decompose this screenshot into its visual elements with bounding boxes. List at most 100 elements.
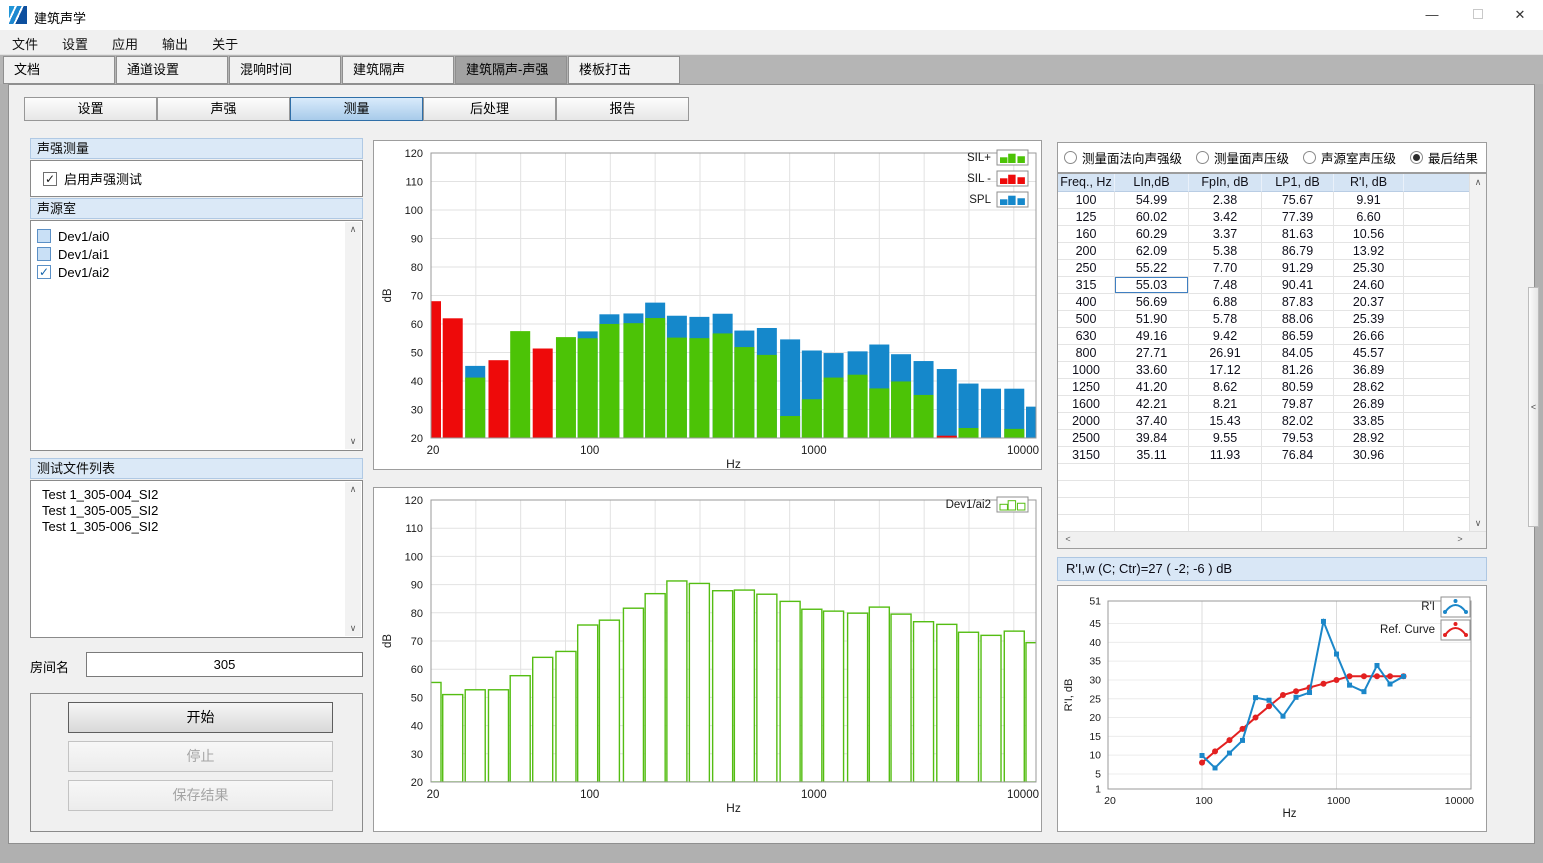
table-cell[interactable] [1334, 464, 1404, 481]
table-cell[interactable] [1058, 481, 1115, 498]
table-cell[interactable] [1058, 515, 1115, 532]
table-cell[interactable]: 10.56 [1334, 226, 1404, 243]
table-cell[interactable]: 26.91 [1189, 345, 1262, 362]
table-cell[interactable]: 3.37 [1189, 226, 1262, 243]
table-cell[interactable]: 7.70 [1189, 260, 1262, 277]
table-cell[interactable] [1404, 209, 1471, 226]
table-cell[interactable] [1404, 277, 1471, 294]
table-cell[interactable] [1404, 413, 1471, 430]
table-row[interactable]: 25055.227.7091.2925.30 [1058, 260, 1486, 277]
table-row[interactable]: 16060.293.3781.6310.56 [1058, 226, 1486, 243]
table-cell[interactable]: 630 [1058, 328, 1115, 345]
table-cell[interactable]: 5.78 [1189, 311, 1262, 328]
tab-建筑隔声[interactable]: 建筑隔声 [342, 56, 454, 84]
table-cell[interactable]: 33.60 [1115, 362, 1189, 379]
table-cell[interactable]: 250 [1058, 260, 1115, 277]
table-cell[interactable]: 39.84 [1115, 430, 1189, 447]
table-cell[interactable]: 17.12 [1189, 362, 1262, 379]
menu-item-输出[interactable]: 输出 [150, 30, 200, 55]
scroll-down-icon[interactable]: ∨ [1470, 516, 1486, 531]
table-cell[interactable] [1404, 464, 1471, 481]
table-cell[interactable]: 62.09 [1115, 243, 1189, 260]
table-cell[interactable]: 75.67 [1262, 192, 1334, 209]
channel-item[interactable]: Dev1/ai1 [31, 245, 362, 263]
radio-声源室声压级[interactable]: 声源室声压级 [1303, 148, 1396, 167]
table-cell[interactable]: 42.21 [1115, 396, 1189, 413]
table-cell[interactable] [1115, 481, 1189, 498]
table-cell[interactable] [1404, 498, 1471, 515]
table-cell[interactable] [1404, 260, 1471, 277]
table-cell[interactable] [1115, 515, 1189, 532]
table-cell[interactable]: 9.91 [1334, 192, 1404, 209]
table-cell[interactable]: 81.63 [1262, 226, 1334, 243]
table-cell[interactable]: 9.55 [1189, 430, 1262, 447]
table-cell[interactable] [1189, 498, 1262, 515]
scroll-up-icon[interactable]: ∧ [1470, 175, 1486, 190]
table-cell[interactable]: 77.39 [1262, 209, 1334, 226]
menu-item-设置[interactable]: 设置 [50, 30, 100, 55]
table-cell[interactable]: 6.88 [1189, 294, 1262, 311]
table-cell[interactable] [1334, 481, 1404, 498]
channel-list-scrollbar[interactable]: ∧ ∨ [345, 222, 361, 449]
scroll-down-icon[interactable]: ∨ [345, 621, 361, 636]
table-cell[interactable]: 86.79 [1262, 243, 1334, 260]
tab-建筑隔声-声强[interactable]: 建筑隔声-声强 [455, 56, 567, 84]
table-cell[interactable] [1058, 498, 1115, 515]
table-empty-row[interactable] [1058, 498, 1486, 515]
table-cell[interactable]: 200 [1058, 243, 1115, 260]
radio-icon[interactable] [1303, 151, 1316, 164]
table-cell[interactable]: 160 [1058, 226, 1115, 243]
table-vscrollbar[interactable]: ∧∨ [1469, 174, 1486, 532]
table-cell[interactable]: 26.66 [1334, 328, 1404, 345]
scroll-right-icon[interactable]: > [1452, 532, 1468, 547]
channel-item[interactable]: ✓Dev1/ai2 [31, 263, 362, 281]
table-cell[interactable]: 30.96 [1334, 447, 1404, 464]
table-cell[interactable] [1404, 294, 1471, 311]
radio-测量面声压级[interactable]: 测量面声压级 [1196, 148, 1289, 167]
table-cell[interactable] [1334, 515, 1404, 532]
table-cell[interactable]: 6.60 [1334, 209, 1404, 226]
table-cell[interactable]: 81.26 [1262, 362, 1334, 379]
panel-splitter[interactable]: < [1528, 287, 1539, 527]
table-cell[interactable]: 60.02 [1115, 209, 1189, 226]
table-cell[interactable] [1404, 192, 1471, 209]
unchecked-checkbox[interactable] [37, 229, 51, 243]
table-cell[interactable]: 33.85 [1334, 413, 1404, 430]
table-cell[interactable]: 2000 [1058, 413, 1115, 430]
table-hscrollbar[interactable]: <> [1058, 531, 1487, 548]
scroll-down-icon[interactable]: ∨ [345, 434, 361, 449]
tab-通道设置[interactable]: 通道设置 [116, 56, 228, 84]
table-cell[interactable] [1404, 226, 1471, 243]
tab-混响时间[interactable]: 混响时间 [229, 56, 341, 84]
table-cell[interactable]: 56.69 [1115, 294, 1189, 311]
table-empty-row[interactable] [1058, 515, 1486, 532]
file-list-item[interactable]: Test 1_305-005_SI2 [31, 502, 362, 518]
table-cell[interactable]: 82.02 [1262, 413, 1334, 430]
table-cell[interactable]: 37.40 [1115, 413, 1189, 430]
table-cell[interactable]: 1600 [1058, 396, 1115, 413]
tab-楼板打击[interactable]: 楼板打击 [568, 56, 680, 84]
table-cell[interactable]: 51.90 [1115, 311, 1189, 328]
table-row[interactable]: 200037.4015.4382.0233.85 [1058, 413, 1486, 430]
close-button[interactable]: ✕ [1497, 0, 1543, 30]
radio-selected-icon[interactable] [1410, 151, 1423, 164]
table-row[interactable]: 100033.6017.1281.2636.89 [1058, 362, 1486, 379]
table-cell[interactable]: 86.59 [1262, 328, 1334, 345]
table-cell[interactable] [1058, 464, 1115, 481]
table-cell[interactable]: 36.89 [1334, 362, 1404, 379]
table-row[interactable]: 10054.992.3875.679.91 [1058, 192, 1486, 209]
scroll-left-icon[interactable]: < [1060, 532, 1076, 547]
table-cell[interactable]: 49.16 [1115, 328, 1189, 345]
table-row[interactable]: 31555.037.4890.4124.60 [1058, 277, 1486, 294]
table-cell[interactable] [1404, 362, 1471, 379]
table-cell[interactable] [1189, 464, 1262, 481]
table-cell[interactable]: 24.60 [1334, 277, 1404, 294]
minimize-button[interactable]: — [1409, 0, 1455, 30]
table-cell[interactable]: 35.11 [1115, 447, 1189, 464]
table-cell[interactable]: 11.93 [1189, 447, 1262, 464]
unchecked-checkbox[interactable] [37, 247, 51, 261]
menu-item-应用[interactable]: 应用 [100, 30, 150, 55]
table-cell[interactable]: 2.38 [1189, 192, 1262, 209]
table-row[interactable]: 20062.095.3886.7913.92 [1058, 243, 1486, 260]
table-cell[interactable]: 79.53 [1262, 430, 1334, 447]
